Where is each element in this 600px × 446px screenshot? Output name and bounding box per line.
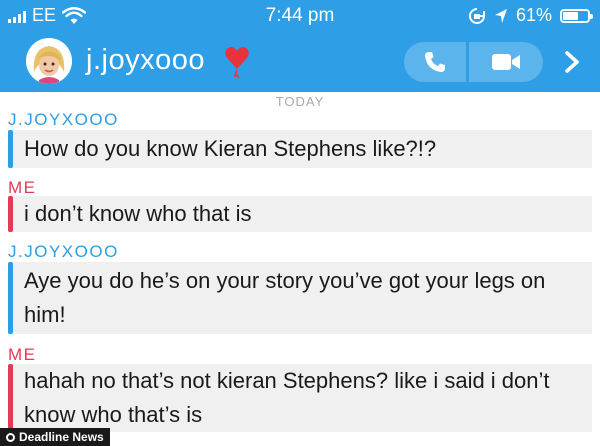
- message-side-bar: [8, 364, 13, 432]
- message-sender: ME: [8, 178, 37, 197]
- message-side-bar: [8, 196, 13, 232]
- message-text: How do you know Kieran Stephens like?!?: [24, 136, 437, 161]
- screen-lock-icon: [468, 7, 485, 24]
- message-side-bar: [8, 262, 13, 334]
- message-sender: J.JOYXOOO: [8, 110, 119, 129]
- battery-percent: 61%: [515, 5, 552, 25]
- chat-area[interactable]: TODAY J.JOYXOOO How do you know Kieran S…: [0, 92, 600, 446]
- chat-username[interactable]: j.joyxooo: [86, 44, 205, 77]
- avatar[interactable]: [26, 38, 72, 84]
- battery-level: [563, 11, 578, 20]
- chevron-right-icon[interactable]: [562, 50, 582, 74]
- battery-icon: [560, 8, 593, 23]
- call-button[interactable]: [404, 42, 466, 82]
- chat-header: j.joyxooo: [0, 30, 600, 92]
- message-bubble[interactable]: How do you know Kieran Stephens like?!?: [8, 130, 592, 168]
- watermark: Deadline News: [0, 428, 110, 446]
- message-text: hahah no that’s not kieran Stephens? lik…: [24, 368, 550, 427]
- message-side-bar: [8, 130, 13, 168]
- message-bubble[interactable]: hahah no that’s not kieran Stephens? lik…: [8, 364, 592, 432]
- video-call-button[interactable]: [469, 42, 543, 82]
- phone-icon: [425, 52, 445, 72]
- message-bubble[interactable]: Aye you do he’s on your story you’ve got…: [8, 262, 592, 334]
- watermark-text: Deadline News: [19, 430, 104, 444]
- message-sender: ME: [8, 345, 37, 364]
- message-text: Aye you do he’s on your story you’ve got…: [24, 268, 546, 327]
- watermark-logo-icon: [6, 432, 15, 442]
- status-bar: EE 7:44 pm 61%: [0, 0, 600, 30]
- bitmoji-avatar-icon: [26, 38, 72, 84]
- heart-icon: [225, 47, 249, 79]
- message-text: i don’t know who that is: [24, 201, 252, 226]
- message-sender: J.JOYXOOO: [8, 242, 119, 261]
- date-divider: TODAY: [275, 94, 325, 109]
- status-right: 61%: [468, 5, 593, 26]
- video-camera-icon: [492, 54, 520, 70]
- message-bubble[interactable]: i don’t know who that is: [8, 196, 592, 232]
- location-arrow-icon: [494, 8, 507, 23]
